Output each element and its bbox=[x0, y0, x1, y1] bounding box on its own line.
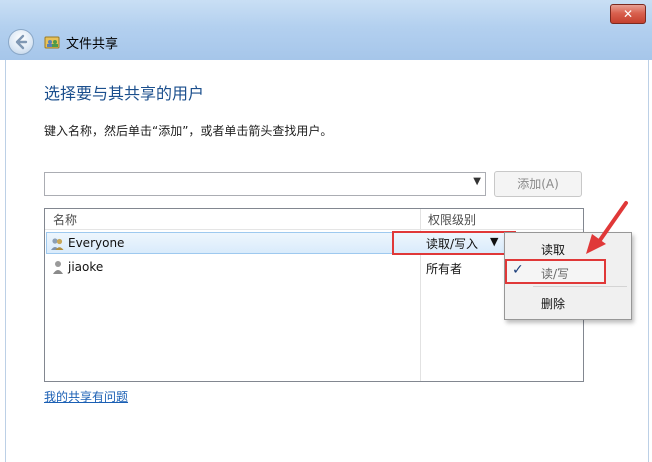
sharing-problem-link[interactable]: 我的共享有问题 bbox=[44, 388, 128, 405]
